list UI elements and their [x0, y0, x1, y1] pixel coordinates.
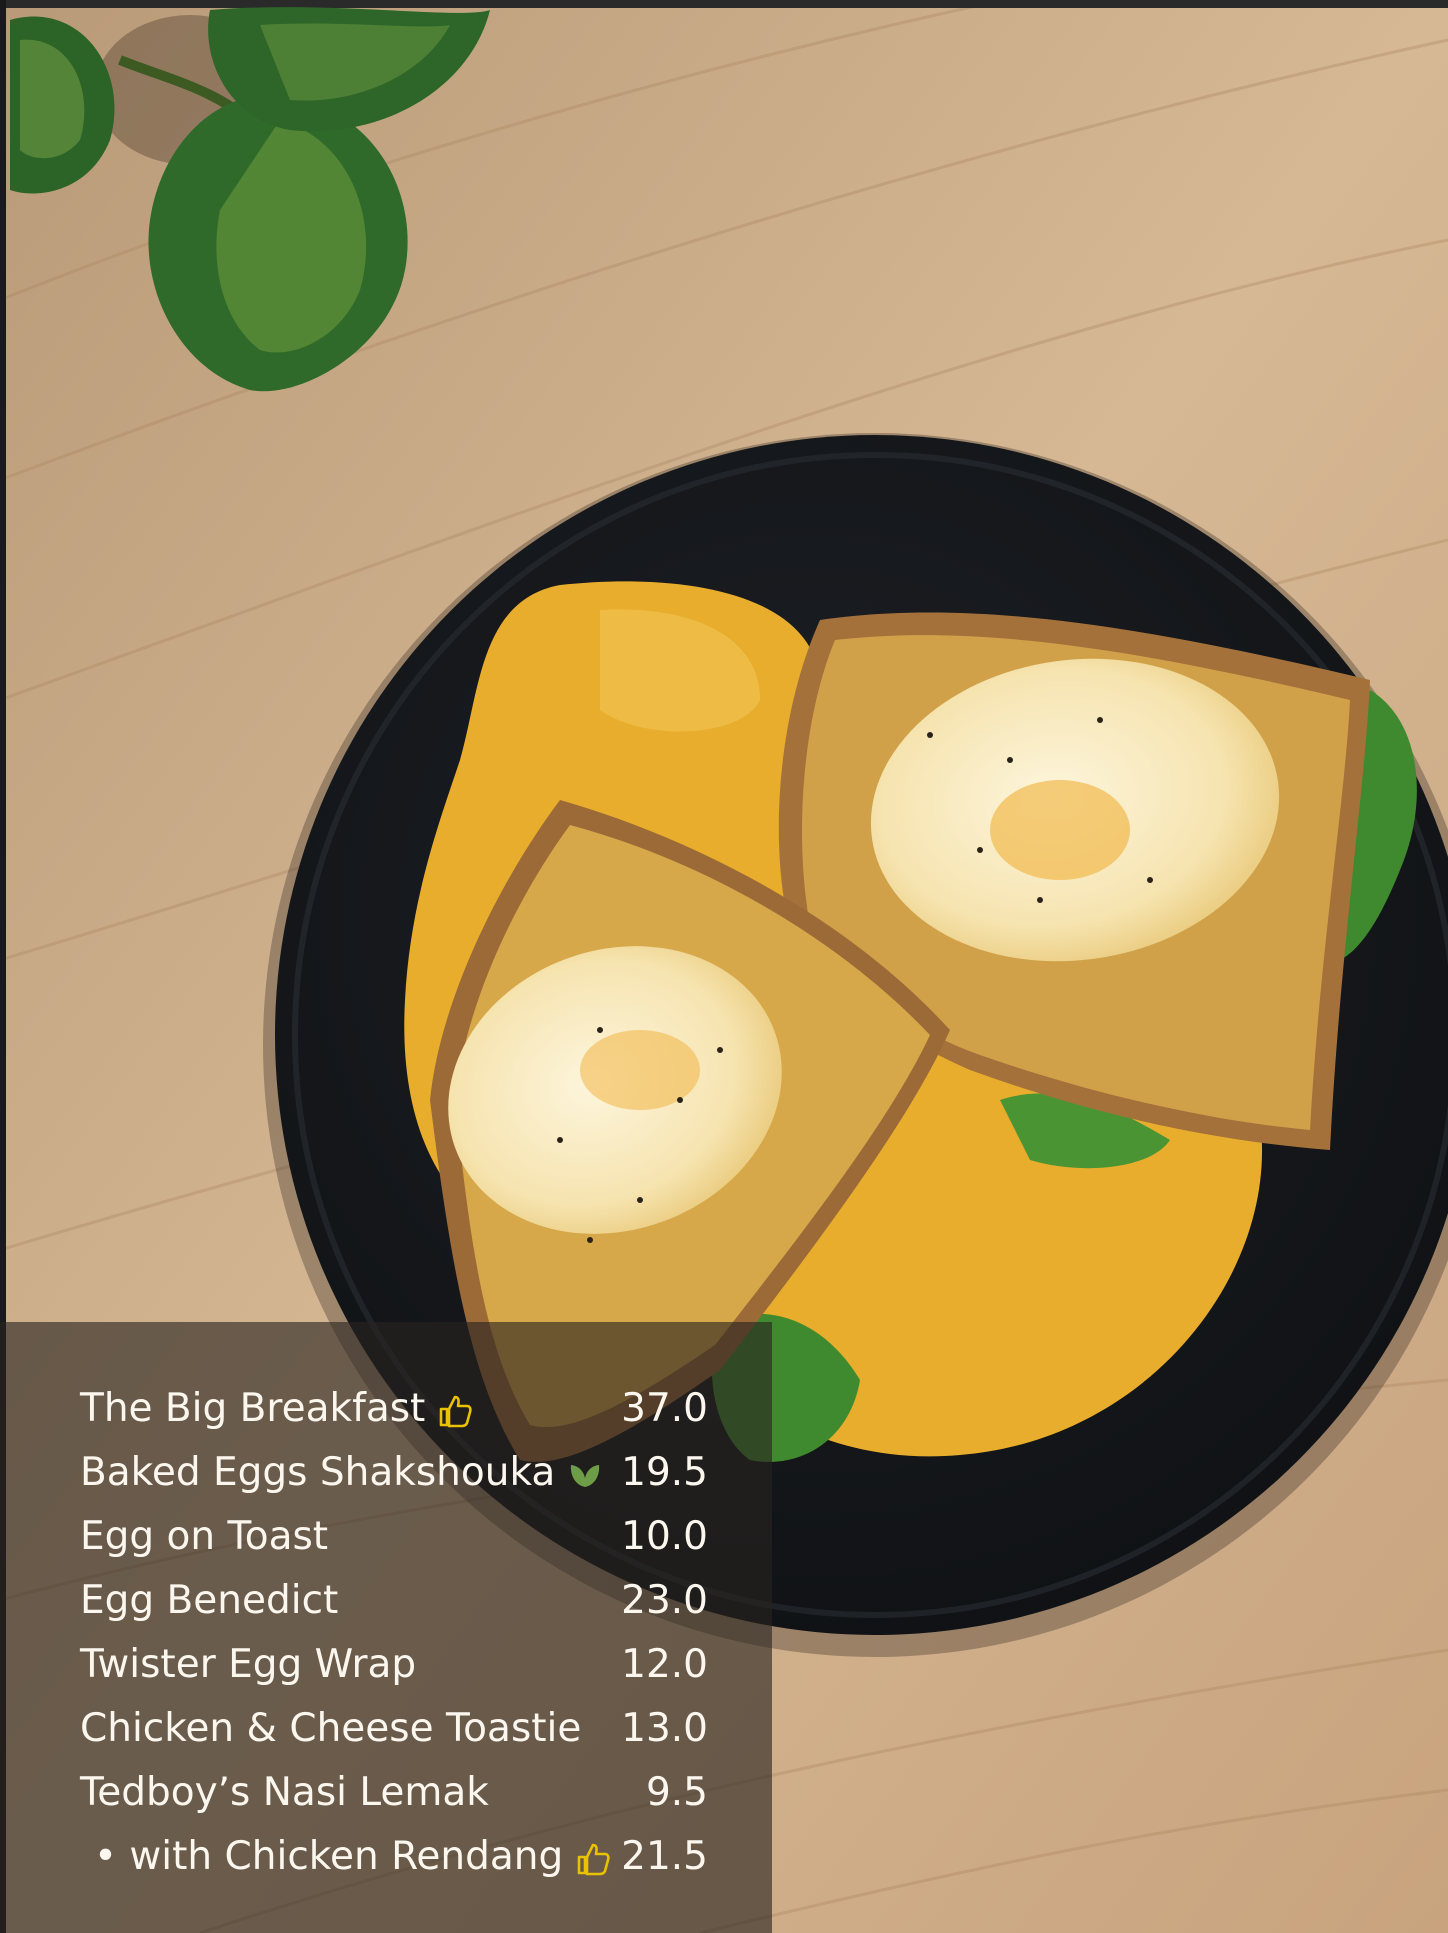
- thumbs-up-icon: [577, 1843, 610, 1875]
- thumbs-up-icon: [440, 1395, 472, 1427]
- menu-item-price: 9.5: [645, 1770, 708, 1815]
- menu-item-price: 37.0: [621, 1386, 708, 1431]
- menu-item-name-text: • with Chicken Rendang: [94, 1834, 564, 1879]
- yolk-right: [990, 780, 1130, 880]
- top-shadow: [0, 0, 1448, 8]
- menu-item-name: Twister Egg Wrap: [80, 1635, 416, 1695]
- menu-item-name-text: Baked Eggs Shakshouka: [80, 1450, 556, 1495]
- menu-item: Baked Eggs Shakshouka 19.5: [80, 1443, 708, 1503]
- menu-item: The Big Breakfast 37.0: [80, 1379, 708, 1439]
- menu-item-name: The Big Breakfast: [80, 1379, 473, 1439]
- menu-item-price: 21.5: [621, 1834, 708, 1879]
- menu-item-name: Egg on Toast: [80, 1507, 328, 1567]
- menu-item-price: 12.0: [621, 1642, 708, 1687]
- menu-item-price: 13.0: [621, 1706, 708, 1751]
- menu-item: Chicken & Cheese Toastie 13.0: [80, 1699, 708, 1759]
- menu-item-name: Tedboy’s Nasi Lemak: [80, 1763, 489, 1823]
- menu-item: Egg Benedict 23.0: [80, 1571, 708, 1631]
- menu-item-name: Chicken & Cheese Toastie: [80, 1699, 581, 1759]
- menu-item: Tedboy’s Nasi Lemak 9.5: [80, 1763, 708, 1823]
- menu-item-name: Egg Benedict: [80, 1571, 338, 1631]
- menu-item-price: 23.0: [621, 1578, 708, 1623]
- menu-item-name-text: Twister Egg Wrap: [80, 1642, 417, 1687]
- menu-item-name-text: Tedboy’s Nasi Lemak: [80, 1770, 489, 1815]
- menu-item-price: 10.0: [621, 1514, 708, 1559]
- menu-item-name-text: Chicken & Cheese Toastie: [80, 1706, 582, 1751]
- menu-item-name: • with Chicken Rendang: [94, 1827, 611, 1887]
- menu-item-name-text: The Big Breakfast: [80, 1386, 426, 1431]
- menu-item-name-text: Egg Benedict: [80, 1578, 339, 1623]
- menu-item-price: 19.5: [621, 1450, 708, 1495]
- menu-item-name: Baked Eggs Shakshouka: [80, 1443, 603, 1503]
- leaf-icon: [571, 1464, 600, 1487]
- menu-item-name-text: Egg on Toast: [80, 1514, 329, 1559]
- menu-item: Egg on Toast 10.0: [80, 1507, 708, 1567]
- menu-item: Twister Egg Wrap 12.0: [80, 1635, 708, 1695]
- menu-item: • with Chicken Rendang 21.5: [80, 1827, 708, 1887]
